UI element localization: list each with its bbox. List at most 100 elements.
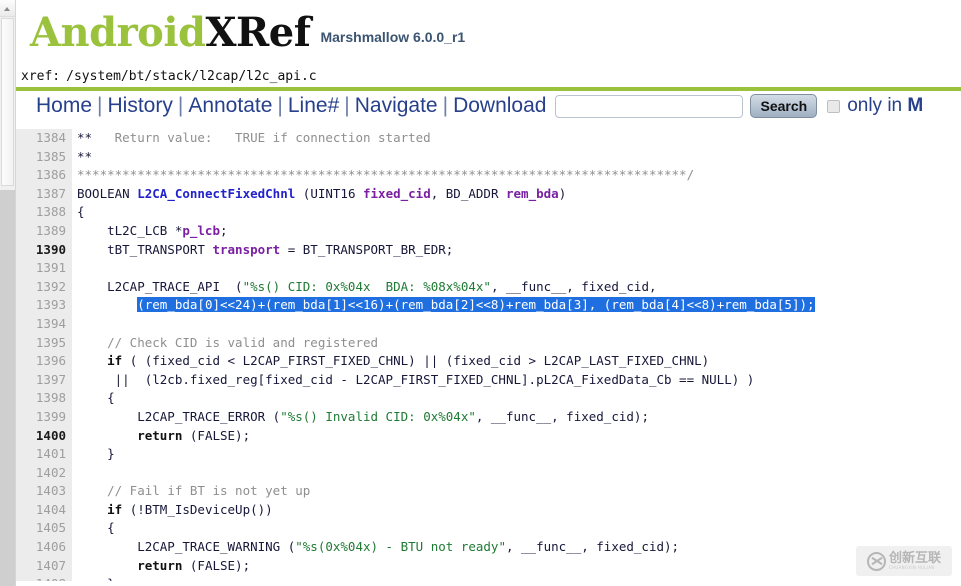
line-number[interactable]: 1396 <box>16 352 72 371</box>
code-line[interactable]: 1391 <box>16 259 961 278</box>
code-line[interactable]: 1390 tBT_TRANSPORT transport = BT_TRANSP… <box>16 240 961 260</box>
line-number[interactable]: 1402 <box>16 463 72 483</box>
line-number[interactable]: 1390 <box>16 240 72 260</box>
source-code-listing[interactable]: 1384 ** Return value: TRUE if connection … <box>16 129 961 581</box>
code-line[interactable]: 1392 L2CAP_TRACE_API ("%s() CID: 0x%04x … <box>16 277 961 297</box>
line-number[interactable]: 1403 <box>16 482 72 501</box>
line-number[interactable]: 1385 <box>16 147 72 167</box>
code-line-text: return (FALSE); <box>72 428 250 443</box>
code-token-plain: , __func__, fixed_cid); <box>505 539 680 555</box>
code-line-text: { <box>72 520 115 535</box>
code-line[interactable]: 1405 { <box>16 519 961 539</box>
line-number[interactable]: 1408 <box>16 575 72 581</box>
code-line[interactable]: 1385 ** <box>16 147 961 167</box>
code-line[interactable]: 1386 ************************************… <box>16 166 961 185</box>
nav-link-linenumber[interactable]: Line# <box>288 94 339 117</box>
line-number[interactable]: 1405 <box>16 519 72 539</box>
code-token-var: transport <box>212 241 281 257</box>
code-line[interactable]: 1396 if ( (fixed_cid < L2CAP_FIRST_FIXED… <box>16 352 961 371</box>
page-scrollbar[interactable] <box>0 0 16 586</box>
code-line-text: tL2C_LCB *p_lcb; <box>72 222 227 238</box>
code-token-plain: tL2C_LCB * <box>77 222 183 238</box>
code-token-str: "%s() CID: 0x%04x BDA: %08x%04x" <box>242 278 491 294</box>
code-line[interactable]: 1395 // Check CID is valid and registere… <box>16 333 961 353</box>
code-line[interactable]: 1400 return (FALSE); <box>16 426 961 446</box>
line-number[interactable]: 1393 <box>16 296 72 315</box>
line-number[interactable]: 1395 <box>16 333 72 353</box>
line-number[interactable]: 1404 <box>16 500 72 520</box>
nav-link-history[interactable]: History <box>108 94 173 117</box>
nav-separator: | <box>277 94 283 117</box>
code-line[interactable]: 1407 return (FALSE); <box>16 556 961 576</box>
code-line[interactable]: 1399 L2CAP_TRACE_ERROR ("%s() Invalid CI… <box>16 407 961 427</box>
xref-label: xref: <box>21 69 61 84</box>
xref-path-bar: xref: /system/bt/stack/l2cap/l2c_api.c <box>16 66 961 91</box>
code-token-cmt: ****************************************… <box>77 167 695 183</box>
code-token-plain: , BD_ADDR <box>430 185 506 201</box>
scrollbar-thumb[interactable] <box>1 18 14 186</box>
line-number[interactable]: 1406 <box>16 538 72 557</box>
scrollbar-track[interactable] <box>0 190 15 586</box>
code-line-text: tBT_TRANSPORT transport = BT_TRANSPORT_B… <box>72 242 453 257</box>
watermark-text: 创新互联 <box>888 550 941 566</box>
code-line-text: if (!BTM_IsDeviceUp()) <box>72 502 273 517</box>
code-line[interactable]: 1406 L2CAP_TRACE_WARNING ("%s(0x%04x) - … <box>16 538 961 557</box>
xref-path-value[interactable]: /system/bt/stack/l2cap/l2c_api.c <box>66 69 316 84</box>
line-number[interactable]: 1387 <box>16 184 72 204</box>
nav-link-navigate[interactable]: Navigate <box>355 94 438 117</box>
code-token-fn: L2CA_ConnectFixedChnl <box>137 185 296 201</box>
code-line[interactable]: 1403 // Fail if BT is not yet up <box>16 482 961 501</box>
code-line-text: L2CAP_TRACE_ERROR ("%s() Invalid CID: 0x… <box>72 409 649 424</box>
code-line-text: L2CAP_TRACE_WARNING ("%s(0x%04x) - BTU n… <box>72 539 679 554</box>
page-root: AndroidXRef Marshmallow 6.0.0_r1 xref: /sy… <box>0 0 961 586</box>
line-number[interactable]: 1391 <box>16 259 72 278</box>
line-number[interactable]: 1407 <box>16 556 72 576</box>
line-number[interactable]: 1389 <box>16 221 72 241</box>
code-line[interactable]: 1404 if (!BTM_IsDeviceUp()) <box>16 500 961 520</box>
line-number[interactable]: 1392 <box>16 277 72 297</box>
line-number[interactable]: 1400 <box>16 426 72 446</box>
search-button[interactable]: Search <box>750 94 818 118</box>
code-line[interactable]: 1387 BOOLEAN L2CA_ConnectFixedChnl (UINT1… <box>16 184 961 204</box>
code-line[interactable]: 1398 { <box>16 389 961 408</box>
code-line[interactable]: 1401 } <box>16 445 961 464</box>
nav-link-download[interactable]: Download <box>453 94 546 117</box>
code-line[interactable]: 1408 } <box>16 575 961 581</box>
line-number[interactable]: 1398 <box>16 389 72 408</box>
line-number[interactable]: 1388 <box>16 203 72 222</box>
code-line[interactable]: 1402 <box>16 463 961 483</box>
nav-separator: | <box>97 94 103 117</box>
line-number[interactable]: 1386 <box>16 166 72 185</box>
line-number[interactable]: 1399 <box>16 407 72 427</box>
line-number[interactable]: 1394 <box>16 314 72 334</box>
code-token-plain: , __func__, fixed_cid, <box>490 278 657 294</box>
code-line-text: (rem_bda[0]<<24)+(rem_bda[1]<<16)+(rem_b… <box>72 297 815 313</box>
code-line[interactable]: 1397 || (l2cb.fixed_reg[fixed_cid - L2CA… <box>16 370 961 390</box>
only-in-checkbox[interactable] <box>827 99 841 113</box>
nav-link-home[interactable]: Home <box>36 94 92 117</box>
code-line[interactable]: 1389 tL2C_LCB *p_lcb; <box>16 221 961 241</box>
line-number[interactable]: 1401 <box>16 445 72 464</box>
code-token-plain: ) <box>558 185 567 201</box>
line-number[interactable]: 1397 <box>16 370 72 390</box>
code-token-str: "%s() Invalid CID: 0x%04x" <box>280 408 476 424</box>
code-token-sel: (rem_bda[0]<<24)+(rem_bda[1]<<16)+(rem_b… <box>137 297 815 313</box>
search-input[interactable] <box>555 94 744 118</box>
nav-separator: | <box>442 94 449 117</box>
scroll-up-arrow-icon[interactable] <box>0 0 15 17</box>
code-token-plain: } <box>77 446 115 462</box>
only-in-scope-text: M <box>907 95 924 116</box>
code-line[interactable]: 1393 (rem_bda[0]<<24)+(rem_bda[1]<<16)+(… <box>16 296 961 315</box>
code-line[interactable]: 1384 ** Return value: TRUE if connection … <box>16 129 961 148</box>
nav-link-annotate[interactable]: Annotate <box>188 94 272 117</box>
code-line[interactable]: 1388 { <box>16 203 961 222</box>
line-number[interactable]: 1384 <box>16 129 72 148</box>
code-line[interactable]: 1394 <box>16 314 961 334</box>
logo-version-label: Marshmallow 6.0.0_r1 <box>320 29 466 45</box>
